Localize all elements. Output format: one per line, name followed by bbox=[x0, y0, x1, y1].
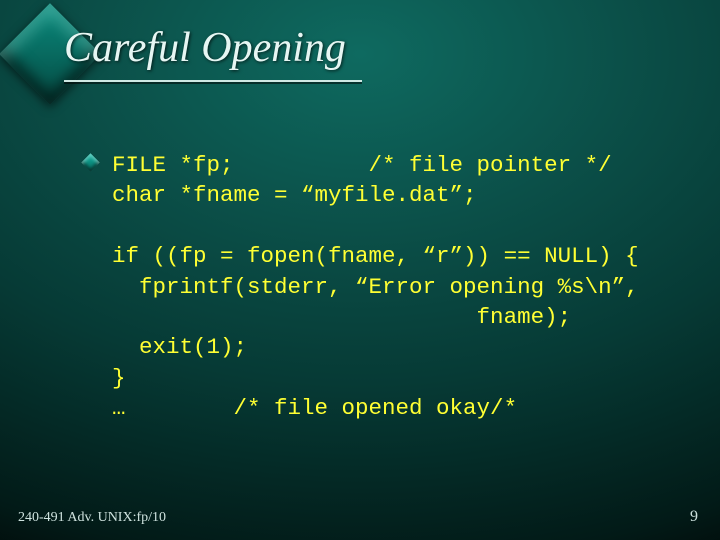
diamond-bullet-icon bbox=[81, 153, 99, 171]
content-area: FILE *fp; /* file pointer */ char *fname… bbox=[84, 150, 700, 423]
title-underline bbox=[64, 80, 362, 82]
bullet-item: FILE *fp; /* file pointer */ char *fname… bbox=[84, 150, 700, 423]
footer-course-ref: 240-491 Adv. UNIX:fp/10 bbox=[18, 510, 166, 526]
page-number: 9 bbox=[690, 508, 698, 526]
slide-title: Careful Opening bbox=[64, 24, 346, 72]
code-block: FILE *fp; /* file pointer */ char *fname… bbox=[112, 150, 700, 423]
